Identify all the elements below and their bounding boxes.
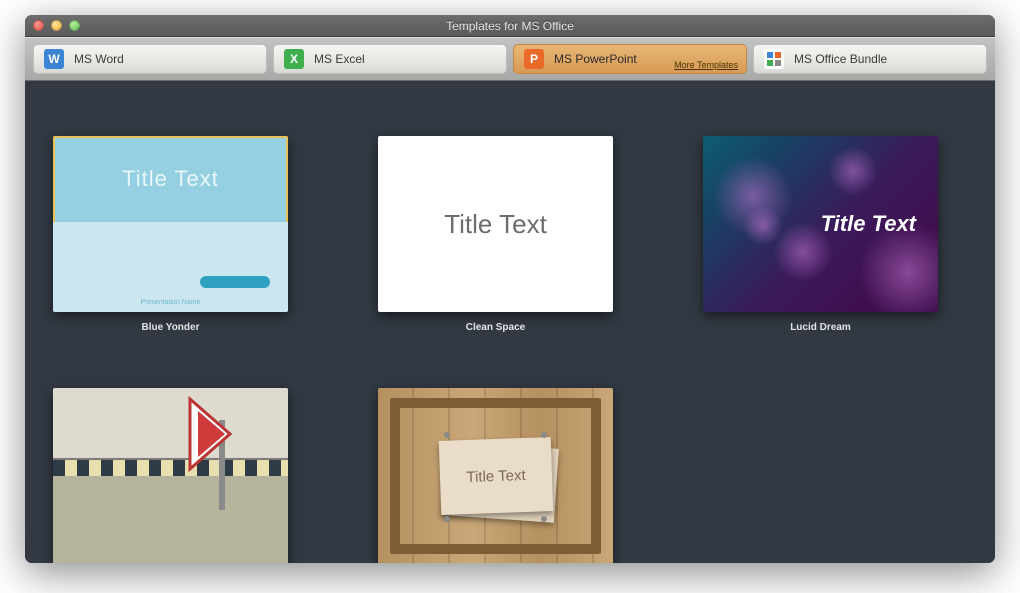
more-templates-link[interactable]: More Templates <box>674 60 738 70</box>
powerpoint-icon: P <box>524 49 544 69</box>
template-thumbnail: Title Text Presentation Name <box>53 136 288 312</box>
tab-ms-word[interactable]: W MS Word <box>33 44 267 74</box>
slide-title-text: Title Text <box>438 437 553 515</box>
tab-label: MS Office Bundle <box>794 52 887 66</box>
template-thumbnail: Title Text <box>378 388 613 563</box>
close-button[interactable] <box>33 20 44 31</box>
template-card-road[interactable] <box>53 388 288 563</box>
zoom-button[interactable] <box>69 20 80 31</box>
tab-label: MS PowerPoint <box>554 52 637 66</box>
slide-background: Title Text <box>703 136 938 312</box>
template-thumbnail: Title Text <box>703 136 938 312</box>
excel-icon: X <box>284 49 304 69</box>
slide-background <box>53 388 288 563</box>
window-title: Templates for MS Office <box>25 19 995 33</box>
slide-footer-text: Presentation Name <box>53 299 288 306</box>
grid-row: Title Text <box>53 388 967 563</box>
word-icon: W <box>44 49 64 69</box>
template-card-blue-yonder[interactable]: Title Text Presentation Name Blue Yonder <box>53 136 288 333</box>
minimize-button[interactable] <box>51 20 62 31</box>
app-window: Templates for MS Office W MS Word X MS E… <box>25 15 995 563</box>
slide-body-area: Presentation Name <box>53 222 288 312</box>
template-card-lucid-dream[interactable]: Title Text Lucid Dream <box>703 136 938 333</box>
grid-row: Title Text Presentation Name Blue Yonder… <box>53 136 967 333</box>
template-name: Blue Yonder <box>53 322 288 333</box>
tab-label: MS Excel <box>314 52 365 66</box>
template-card-clean-space[interactable]: Title Text Clean Space <box>378 136 613 333</box>
tab-label: MS Word <box>74 52 124 66</box>
tab-ms-office-bundle[interactable]: MS Office Bundle <box>753 44 987 74</box>
slide-accent-pill <box>200 276 270 288</box>
slide-title-text: Title Text <box>378 136 613 312</box>
slide-background: Title Text <box>378 388 613 563</box>
chevron-right-icon <box>180 394 260 474</box>
titlebar: Templates for MS Office <box>25 15 995 37</box>
template-thumbnail: Title Text <box>378 136 613 312</box>
template-name: Lucid Dream <box>703 322 938 333</box>
category-tabbar: W MS Word X MS Excel P MS PowerPoint Mor… <box>25 37 995 81</box>
template-name: Clean Space <box>378 322 613 333</box>
tab-ms-excel[interactable]: X MS Excel <box>273 44 507 74</box>
bundle-icon <box>764 49 784 69</box>
template-thumbnail <box>53 388 288 563</box>
tab-ms-powerpoint[interactable]: P MS PowerPoint More Templates <box>513 44 747 74</box>
slide-title-text: Title Text <box>53 136 288 222</box>
slide-title-text: Title Text <box>821 211 916 237</box>
template-card-wood-note[interactable]: Title Text <box>378 388 613 563</box>
traffic-lights <box>33 20 80 31</box>
template-grid: Title Text Presentation Name Blue Yonder… <box>25 81 995 563</box>
